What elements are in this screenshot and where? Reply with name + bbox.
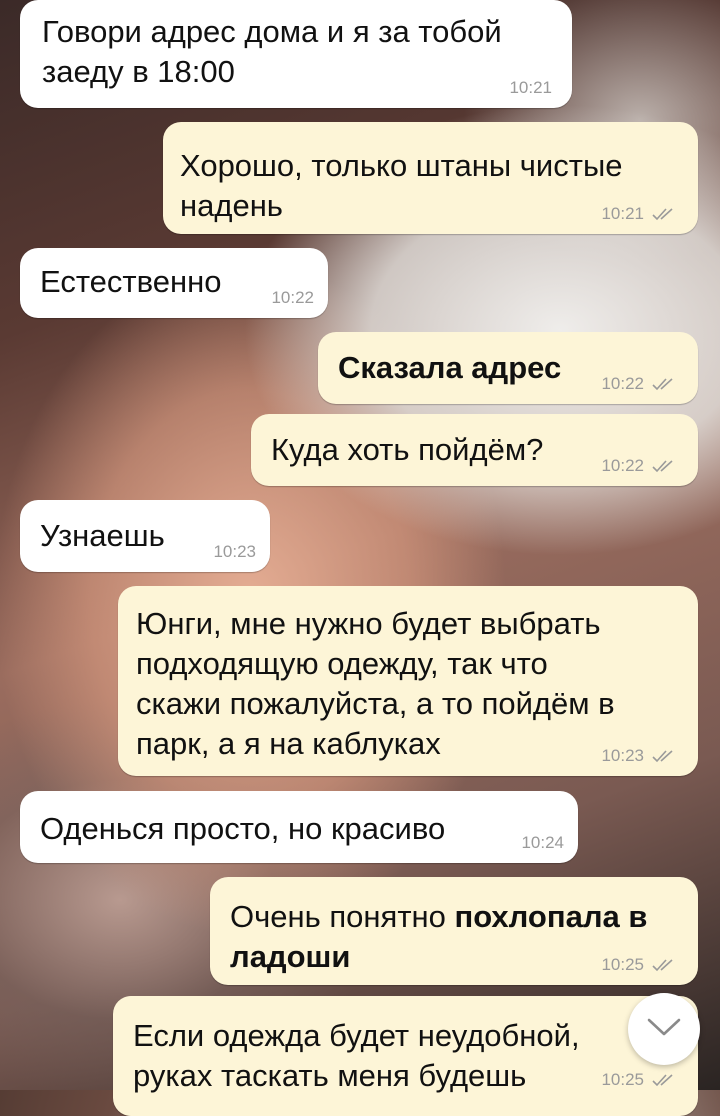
message-time: 10:23 — [213, 542, 256, 561]
message-text: Если одежда будет неудобной, руках таска… — [133, 1018, 580, 1093]
message-text: Сказала адрес — [338, 350, 562, 385]
message-incoming[interactable]: Узнаешь 10:23 — [20, 500, 270, 572]
message-text: Очень понятно похлопала в ладоши — [230, 897, 647, 977]
message-text: Хорошо, только штаны чистые надень — [180, 148, 623, 223]
message-outgoing[interactable]: Если одежда будет неудобной, руках таска… — [113, 996, 698, 1116]
message-time: 10:23 — [601, 746, 644, 765]
message-time: 10:22 — [601, 374, 644, 393]
message-time: 10:24 — [521, 833, 564, 852]
double-check-icon — [652, 958, 678, 972]
message-time: 10:21 — [509, 78, 552, 97]
message-text: Юнги, мне нужно будет выбрать подходящую… — [136, 606, 615, 761]
message-outgoing[interactable]: Хорошо, только штаны чистые надень 10:21 — [163, 122, 698, 234]
message-text: Естественно — [40, 264, 222, 299]
message-time: 10:22 — [271, 288, 314, 307]
double-check-icon — [652, 749, 678, 763]
double-check-icon — [652, 459, 678, 473]
message-text: Куда хоть пойдём? — [271, 432, 544, 467]
double-check-icon — [652, 377, 678, 391]
double-check-icon — [652, 207, 678, 221]
double-check-icon — [652, 1073, 678, 1087]
message-outgoing[interactable]: Юнги, мне нужно будет выбрать подходящую… — [118, 586, 698, 776]
message-outgoing[interactable]: Очень понятно похлопала в ладоши 10:25 — [210, 877, 698, 985]
message-outgoing[interactable]: Сказала адрес 10:22 — [318, 332, 698, 404]
message-text: Узнаешь — [40, 518, 165, 553]
message-time: 10:22 — [601, 456, 644, 475]
message-incoming[interactable]: Естественно 10:22 — [20, 248, 328, 318]
message-text: Говори адрес дома и я за тобой заеду в 1… — [42, 14, 502, 89]
message-incoming[interactable]: Говори адрес дома и я за тобой заеду в 1… — [20, 0, 572, 108]
message-text-plain: Очень понятно — [230, 899, 455, 934]
message-outgoing[interactable]: Куда хоть пойдём? 10:22 — [251, 414, 698, 486]
scroll-to-bottom-button[interactable] — [628, 993, 700, 1065]
message-incoming[interactable]: Оденься просто, но красиво 10:24 — [20, 791, 578, 863]
message-time: 10:21 — [601, 204, 644, 223]
message-time: 10:25 — [601, 955, 644, 974]
message-time: 10:25 — [601, 1070, 644, 1089]
message-text: Оденься просто, но красиво — [40, 811, 446, 846]
chevron-down-icon — [646, 1016, 682, 1043]
